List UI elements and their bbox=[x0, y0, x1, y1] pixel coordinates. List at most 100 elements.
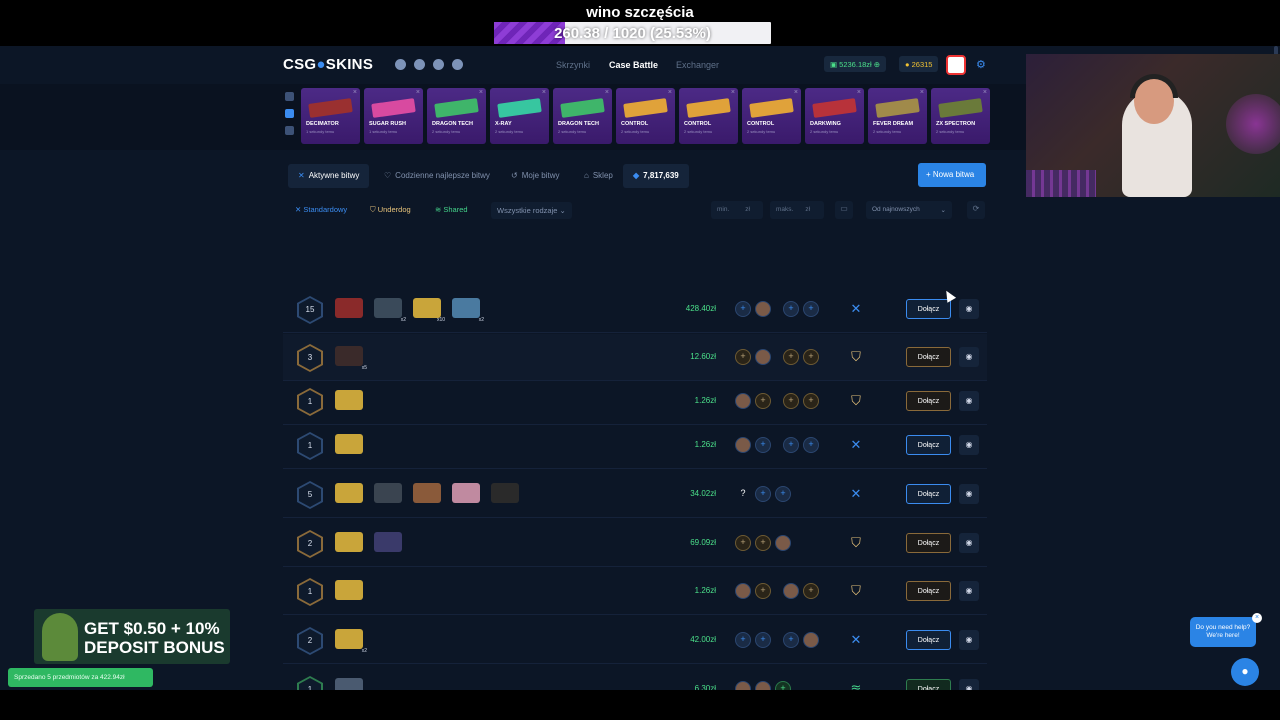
star-icon[interactable] bbox=[285, 126, 294, 135]
empty-slot[interactable]: + bbox=[755, 583, 771, 599]
eye-icon[interactable]: ◉ bbox=[959, 347, 979, 367]
join-button[interactable]: Dołącz bbox=[906, 581, 951, 601]
new-battle-button[interactable]: + Nowa bitwa bbox=[918, 163, 986, 187]
eye-icon[interactable]: ◉ bbox=[959, 533, 979, 553]
empty-slot[interactable]: + bbox=[735, 535, 751, 551]
empty-slot[interactable]: + bbox=[775, 486, 791, 502]
chat-icon[interactable]: ● bbox=[1231, 658, 1259, 686]
discord-icon[interactable] bbox=[395, 59, 406, 70]
empty-slot[interactable]: + bbox=[803, 393, 819, 409]
close-icon[interactable]: × bbox=[983, 89, 987, 96]
join-button[interactable]: Dołącz bbox=[906, 679, 951, 690]
thumbs-up-icon[interactable] bbox=[285, 109, 294, 118]
drop-card[interactable]: × DRAGON TECH 2 sekundy temu bbox=[553, 88, 612, 144]
sort-label: Od najnowszych bbox=[872, 206, 920, 213]
help-bubble[interactable]: Do you need help? We're here! bbox=[1190, 617, 1256, 647]
tab-shop[interactable]: ⌂ Sklep bbox=[574, 164, 623, 188]
empty-slot[interactable]: + bbox=[775, 681, 791, 690]
empty-slot[interactable]: + bbox=[735, 349, 751, 365]
drop-card[interactable]: × SUGAR RUSH 1 sekundy temu bbox=[364, 88, 423, 144]
filter-underdog[interactable]: ⛉ Underdog bbox=[370, 205, 411, 215]
tab-daily-best[interactable]: ♡ Codzienne najlepsze bitwy bbox=[374, 164, 500, 188]
empty-slot[interactable]: + bbox=[783, 301, 799, 317]
user-avatar[interactable] bbox=[946, 55, 966, 75]
close-icon[interactable]: × bbox=[857, 89, 861, 96]
nav-exchanger[interactable]: Exchanger bbox=[676, 60, 719, 70]
drop-card[interactable]: × DARKWING 2 sekundy temu bbox=[805, 88, 864, 144]
drop-card[interactable]: × CONTROL 2 sekundy temu bbox=[679, 88, 738, 144]
close-icon[interactable]: × bbox=[1252, 613, 1262, 623]
eye-icon[interactable]: ◉ bbox=[959, 581, 979, 601]
drop-card[interactable]: × CONTROL 2 sekundy temu bbox=[742, 88, 801, 144]
close-icon[interactable]: × bbox=[479, 89, 483, 96]
empty-slot[interactable]: + bbox=[735, 632, 751, 648]
empty-slot[interactable]: + bbox=[783, 437, 799, 453]
eye-icon[interactable]: ◉ bbox=[959, 630, 979, 650]
drop-card[interactable]: × ZX SPECTRON 2 sekundy temu bbox=[931, 88, 990, 144]
logo[interactable]: CSG●SKINS bbox=[283, 56, 373, 73]
close-icon[interactable]: × bbox=[920, 89, 924, 96]
tab-active-battles[interactable]: ✕ Aktywne bitwy bbox=[288, 164, 370, 188]
filter-standard[interactable]: ✕ Standardowy bbox=[295, 205, 347, 214]
empty-slot[interactable]: + bbox=[783, 393, 799, 409]
close-icon[interactable]: × bbox=[542, 89, 546, 96]
empty-slot[interactable]: + bbox=[803, 583, 819, 599]
close-icon[interactable]: × bbox=[416, 89, 420, 96]
sort-dropdown[interactable]: Od najnowszych ⌄ bbox=[866, 201, 952, 219]
instagram-icon[interactable] bbox=[433, 59, 444, 70]
empty-slot[interactable]: + bbox=[803, 301, 819, 317]
kinds-dropdown[interactable]: Wszystkie rodzaje ⌄ bbox=[491, 202, 572, 219]
gear-icon[interactable]: ⚙ bbox=[976, 58, 986, 71]
eye-icon[interactable]: ◉ bbox=[959, 299, 979, 319]
eye-icon[interactable]: ◉ bbox=[959, 391, 979, 411]
deposit-plus-icon[interactable]: ⊕ bbox=[874, 60, 880, 69]
max-price-input[interactable]: maks. zł bbox=[770, 201, 824, 219]
empty-slot[interactable]: + bbox=[755, 486, 771, 502]
tab-my-battles[interactable]: ↺ Moje bitwy bbox=[501, 164, 570, 188]
join-button[interactable]: Dołącz bbox=[906, 533, 951, 553]
empty-slot[interactable]: + bbox=[735, 301, 751, 317]
nav-cases[interactable]: Skrzynki bbox=[556, 60, 590, 70]
join-button[interactable]: Dołącz bbox=[906, 347, 951, 367]
close-icon[interactable]: × bbox=[605, 89, 609, 96]
empty-slot[interactable]: + bbox=[755, 393, 771, 409]
refresh-icon[interactable]: ⟳ bbox=[967, 201, 985, 219]
eye-icon[interactable]: ◉ bbox=[959, 679, 979, 690]
close-icon[interactable]: × bbox=[353, 89, 357, 96]
drop-card[interactable]: × FEVER DREAM 2 sekundy temu bbox=[868, 88, 927, 144]
drop-card[interactable]: × CONTROL 2 sekundy temu bbox=[616, 88, 675, 144]
join-button[interactable]: Dołącz bbox=[906, 435, 951, 455]
join-button[interactable]: Dołącz bbox=[906, 299, 951, 319]
drop-card[interactable]: × DRAGON TECH 2 sekundy temu bbox=[427, 88, 486, 144]
battle-coins-chip[interactable]: ◆ 7,817,639 bbox=[623, 164, 689, 188]
min-price-input[interactable]: min. zł bbox=[711, 201, 763, 219]
close-icon[interactable]: × bbox=[668, 89, 672, 96]
case-image bbox=[374, 483, 402, 503]
filter-shared[interactable]: ≋ Shared bbox=[435, 205, 468, 214]
join-button[interactable]: Dołącz bbox=[906, 391, 951, 411]
empty-slot[interactable]: + bbox=[803, 349, 819, 365]
x-twitter-icon[interactable] bbox=[452, 59, 463, 70]
empty-slot[interactable]: + bbox=[755, 437, 771, 453]
empty-slot[interactable]: + bbox=[803, 437, 819, 453]
promo-line1: GET $0.50 + 10% bbox=[84, 619, 220, 638]
empty-slot[interactable]: + bbox=[783, 349, 799, 365]
empty-slot[interactable]: + bbox=[783, 632, 799, 648]
clock-icon[interactable] bbox=[285, 92, 294, 101]
drop-card[interactable]: × X-RAY 2 sekundy temu bbox=[490, 88, 549, 144]
join-button[interactable]: Dołącz bbox=[906, 630, 951, 650]
empty-slot[interactable]: + bbox=[755, 535, 771, 551]
close-icon[interactable]: × bbox=[794, 89, 798, 96]
coins-chip[interactable]: ● 26315 bbox=[899, 56, 939, 72]
balance-chip[interactable]: ▣ 5236.18zł ⊕ bbox=[824, 56, 887, 72]
calendar-icon[interactable]: ▭ bbox=[835, 201, 853, 219]
facebook-icon[interactable] bbox=[414, 59, 425, 70]
eye-icon[interactable]: ◉ bbox=[959, 435, 979, 455]
drop-card[interactable]: × DECIMATOR 1 sekundy temu bbox=[301, 88, 360, 144]
close-icon[interactable]: × bbox=[731, 89, 735, 96]
eye-icon[interactable]: ◉ bbox=[959, 484, 979, 504]
empty-slot[interactable]: + bbox=[755, 632, 771, 648]
join-button[interactable]: Dołącz bbox=[906, 484, 951, 504]
nav-case-battle[interactable]: Case Battle bbox=[609, 60, 658, 70]
promo-banner[interactable]: GET $0.50 + 10% DEPOSIT BONUS bbox=[34, 609, 230, 664]
